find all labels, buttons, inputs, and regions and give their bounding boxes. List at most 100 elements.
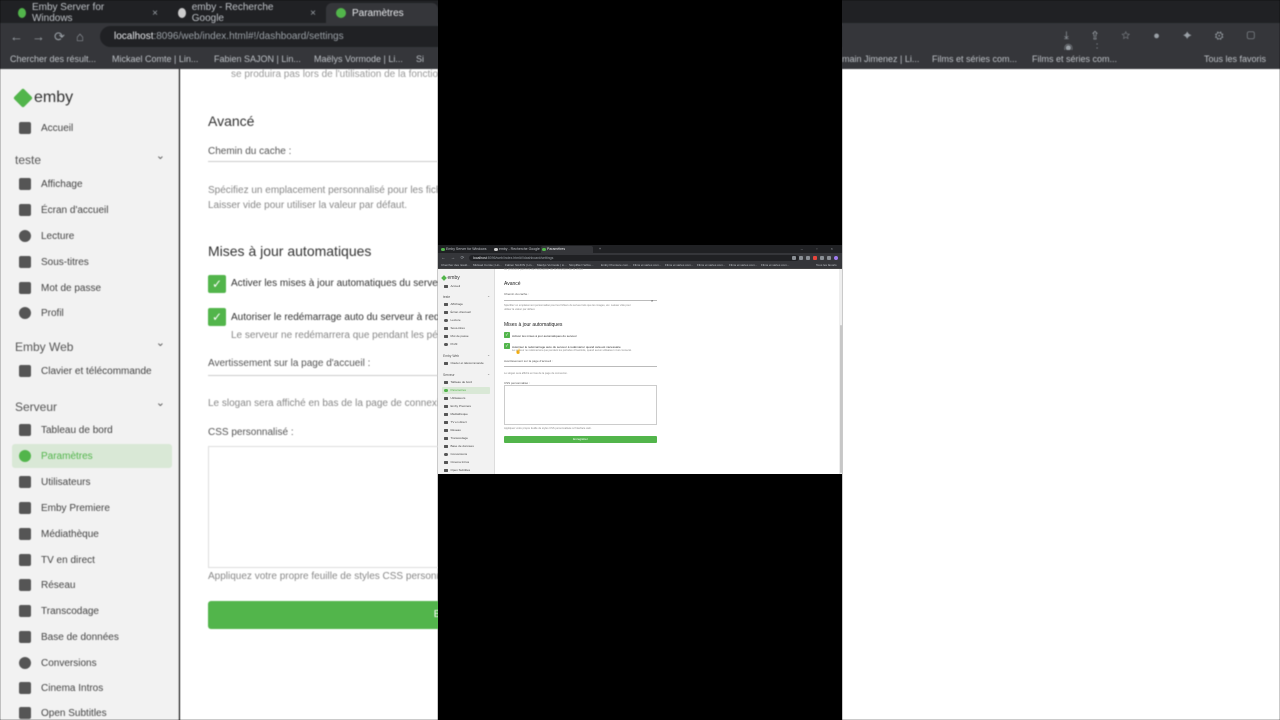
window-controls[interactable]: – ▫ × [801,246,839,251]
nav-cinema-intros[interactable]: Cinema Intros [442,459,490,466]
extension-icon[interactable] [820,255,824,260]
bookmark-item[interactable]: Films et séries com... [697,263,725,267]
bg-nav-item: Lecture [12,224,172,248]
bookmark-item[interactable]: Films et séries com... [729,263,757,267]
share-icon[interactable] [799,255,803,260]
film-icon [444,460,448,464]
bg-faded-text: se produira pas lors de l'utilisation de… [231,69,444,80]
bg-nav-item: TV en direct [12,548,172,572]
nav-tv-en-direct[interactable]: TV en direct [442,419,490,426]
nav-lecture[interactable]: Lecture [442,317,490,324]
bg-section-web: Emby Web [15,336,165,354]
bg-cache-label: Chemin du cache : [208,146,292,157]
tab-google-search[interactable]: emby - Recherche Google [493,246,541,253]
person-icon [19,307,31,319]
nav-ecran-accueil[interactable]: Écran d'accueil [442,309,490,316]
nav-label: Emby Premiere [41,502,110,514]
url-host: localhost [473,255,487,260]
bg-warning-input-line [208,375,448,376]
nav-tableau-de-bord[interactable]: Tableau de bord [442,379,490,386]
nav-mot-de-passe[interactable]: Mot de passe [442,333,490,340]
nav-reseau[interactable]: Réseau [442,427,490,434]
nav-open-subtitles[interactable]: Open Subtitles [442,467,490,474]
bg-emby-logo: emby [13,88,73,108]
nav-clavier[interactable]: Clavier et télécommande [442,360,490,367]
nav-affichage[interactable]: Affichage [442,301,490,308]
url-field[interactable]: localhost:8096/web/index.html#!/dashboar… [469,254,799,261]
custom-css-textarea[interactable] [504,385,657,425]
close-icon: × [310,7,316,19]
bg-nav-item: Utilisateurs [12,470,172,494]
reload-icon: ⟳ [54,29,65,44]
tab-parametres[interactable]: Paramètres [541,246,593,253]
bg-save-button: En [208,601,448,629]
database-icon [444,444,448,448]
nav-label: Base de données [41,631,119,643]
bookmark-item[interactable]: Mickael Comte | Lin... [473,263,502,267]
new-tab-button[interactable]: + [593,246,601,253]
bg-nav-item: Open Subtitles [12,701,172,720]
profile-avatar-icon[interactable] [834,255,838,260]
url-path: :8096/web/index.html#!/dashboard/setting… [486,255,554,260]
nav-emby-premiere[interactable]: Emby Premiere [442,403,490,410]
section-serveur[interactable]: Serveur [443,372,490,378]
nav-label: Conversions [41,657,97,669]
bookmark-item[interactable]: Emby Premiere com... [601,263,631,267]
save-button[interactable]: Enregistrer [504,436,657,443]
bg-sidebar: emby Accueil teste Affichage Écran d'acc… [0,69,179,720]
bookmark-item[interactable]: Films et séries com... [761,263,789,267]
wifi-icon [444,428,448,432]
section-emby-web[interactable]: Emby Web [443,353,490,359]
bookmark-item: Mickael Comte | Lin... [112,54,199,64]
tab-label: emby - Recherche Google [499,247,540,251]
subtitles-icon [19,707,31,719]
nav-mediatheque[interactable]: Médiathèque [442,411,490,418]
bookmark-item[interactable]: Films et séries com... [665,263,693,267]
record-icon[interactable] [813,255,817,260]
nav-label: Affichage [450,302,463,307]
page-scrollbar[interactable] [839,269,842,474]
bg-css-label: CSS personnalisé : [208,427,294,438]
allow-auto-restart-checkbox[interactable]: ✓ [504,343,510,349]
nav-parametres[interactable]: Paramètres [442,387,490,394]
close-icon: × [152,7,158,19]
download-icon[interactable] [792,255,796,260]
cache-path-input[interactable] [504,296,657,301]
nav-label: Accueil [450,284,461,289]
nav-label: Clavier et télécommande [450,361,484,366]
bg-checkbox-checked: ✓ [208,308,226,326]
nav-sous-titres[interactable]: Sous-titres [442,325,490,332]
bg-css-hint: Appliquez votre propre feuille de styles… [208,571,448,582]
nav-label: Lecture [450,318,461,323]
bookmark-item: Fabien SAJON | Lin... [214,54,301,64]
settings-content: se produira pas lors de l'utilisation de… [495,267,838,474]
puzzle-icon[interactable] [827,255,831,260]
emby-logo[interactable]: emby [441,275,460,281]
tab-emby-server[interactable]: Emby Server for Windows [440,246,490,253]
homepage-warning-input[interactable] [504,362,657,367]
nav-utilisateurs[interactable]: Utilisateurs [442,395,490,402]
bookmark-item[interactable]: Chercher des résult... [441,263,470,267]
scrollbar-thumb[interactable] [839,325,842,473]
nav-profil[interactable]: Profil [442,341,490,348]
section-user[interactable]: teste [443,294,490,300]
enable-auto-updates-checkbox[interactable]: ✓ [504,332,510,338]
bg-warning-hint: Le slogan sera affiché en bas de la page… [208,398,445,409]
bookmark-item: Si [416,54,425,64]
nav-base-de-donnees[interactable]: Base de données [442,443,490,450]
tab-label: Paramètres [547,247,566,251]
subtitles-icon [444,468,448,472]
search-icon[interactable]: ⌕ [651,298,653,303]
bg-tab-label: Paramètres [352,7,404,19]
nav-label: Médiathèque [41,528,99,540]
nav-home[interactable]: Accueil [442,283,490,290]
all-bookmarks[interactable]: Tous les favoris [816,263,837,267]
nav-label: Affichage [41,178,83,190]
transcode-icon [19,605,31,617]
nav-label: Paramètres [41,450,93,462]
nav-transcodage[interactable]: Transcodage [442,435,490,442]
nav-conversions[interactable]: Conversions [442,451,490,458]
nav-label: Écran d'accueil [450,310,471,315]
bookmark-item[interactable]: Films et séries com... [633,263,661,267]
star-icon[interactable] [806,255,810,260]
